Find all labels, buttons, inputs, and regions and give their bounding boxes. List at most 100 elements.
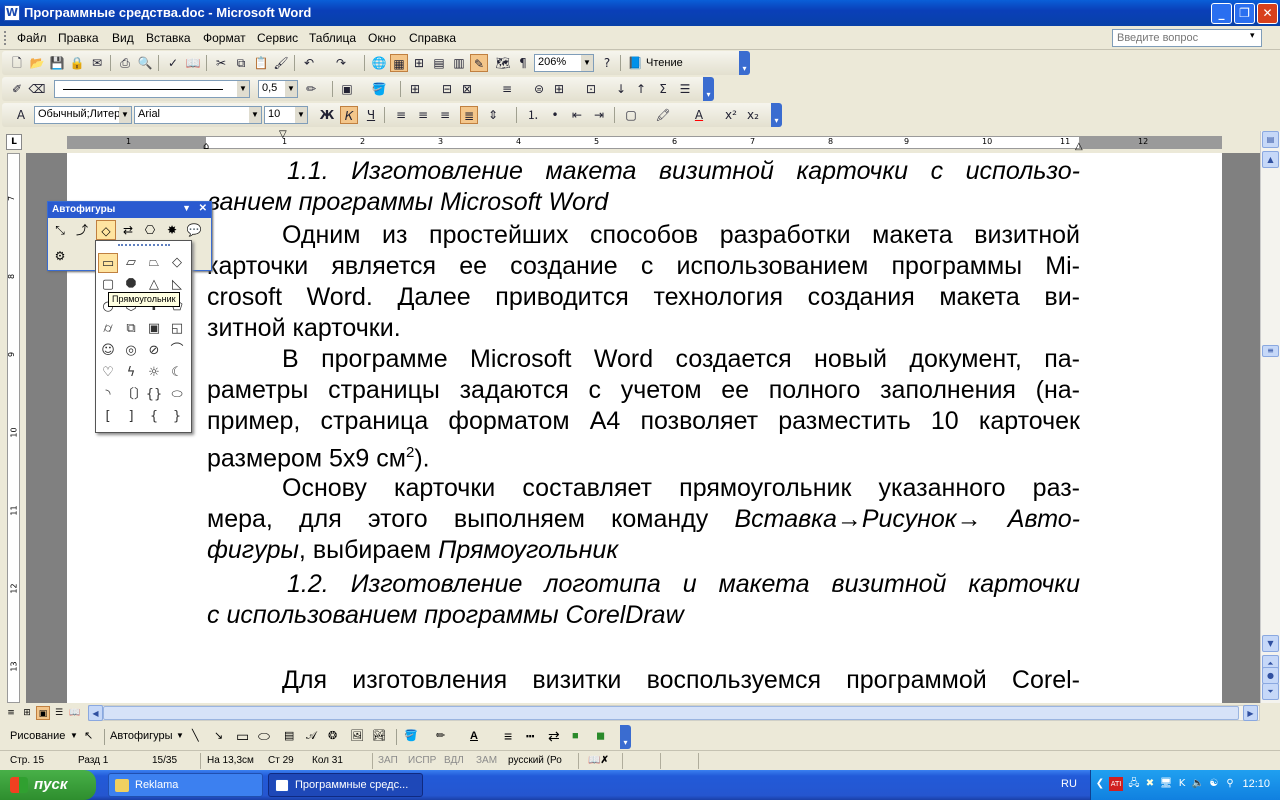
browse-object-icon[interactable]: ●	[1262, 667, 1279, 684]
autoshapes-options-icon[interactable]: ▼	[182, 203, 191, 213]
word-app-icon[interactable]: W	[4, 5, 20, 21]
kaspersky-icon[interactable]: K	[1175, 777, 1189, 791]
donut-shape-icon[interactable]: ◎	[121, 341, 141, 361]
horizontal-ruler[interactable]: L 1 1 2 3 4 5 6 7 8 9 10 11 12 ⌂ ▽ △	[0, 129, 1260, 153]
zoom-select[interactable]: 206% ▼	[534, 54, 594, 72]
lines-icon[interactable]: ⤡	[50, 220, 70, 240]
spelling-icon[interactable]: ✓	[164, 54, 182, 72]
numbering-icon[interactable]: ⒈	[524, 106, 542, 124]
folded-corner-shape-icon[interactable]: ◱	[167, 319, 187, 339]
line-tool-icon[interactable]: ╲	[192, 727, 199, 745]
highlight-icon[interactable]: 🖍	[654, 106, 672, 124]
line-weight-select[interactable]: 0,5 ▼	[258, 80, 298, 98]
sun-shape-icon[interactable]: ☼	[144, 363, 164, 383]
menu-view[interactable]: Вид	[112, 31, 134, 45]
menu-file[interactable]: Файл	[17, 31, 47, 45]
spelling-status-icon[interactable]: 📖✗	[588, 755, 609, 766]
italic-button[interactable]: К	[340, 106, 358, 124]
justify-icon[interactable]: ≣	[460, 106, 478, 124]
arrow-tool-icon[interactable]: ↘	[214, 727, 223, 745]
subscript-icon[interactable]: x₂	[744, 106, 762, 124]
undo-icon[interactable]: ↶	[300, 54, 318, 72]
monitor-icon[interactable]: 🖥	[1159, 777, 1173, 791]
print-preview-icon[interactable]: 🔍	[136, 54, 154, 72]
autoshapes-close-icon[interactable]: ✕	[199, 203, 207, 214]
horizontal-scroll-thumb[interactable]	[103, 706, 1239, 720]
scroll-down-icon[interactable]: ▼	[1262, 635, 1279, 652]
volume-icon[interactable]: 🔈	[1191, 777, 1205, 791]
autosum-icon[interactable]: Σ	[654, 80, 672, 98]
cut-icon[interactable]: ✂	[212, 54, 230, 72]
drawing-menu-button[interactable]: Рисование	[10, 727, 65, 745]
line-spacing-icon[interactable]: ⇕	[484, 106, 502, 124]
taskbar-item-word[interactable]: Программные средс...	[268, 773, 423, 797]
borders-icon[interactable]: ▣	[338, 80, 356, 98]
ruler-toggle-icon[interactable]: ▤	[1262, 131, 1279, 148]
connectors-icon[interactable]: ⤴	[72, 220, 92, 240]
open-icon[interactable]: 📂	[28, 54, 46, 72]
oval-tool-icon[interactable]: ⬭	[258, 727, 270, 745]
paste-icon[interactable]: 📋	[252, 54, 270, 72]
hide-gridlines-icon[interactable]: ☰	[676, 80, 694, 98]
font-size-select[interactable]: 10 ▼	[264, 106, 308, 124]
bevel-shape-icon[interactable]: ▣	[144, 319, 164, 339]
bullets-icon[interactable]: •	[546, 106, 564, 124]
drawing-menu-arrow-icon[interactable]: ▼	[70, 727, 78, 745]
eraser-icon[interactable]: ⌫	[28, 80, 46, 98]
research-icon[interactable]: 📖	[184, 54, 202, 72]
menu-window[interactable]: Окно	[368, 31, 396, 45]
menu-format[interactable]: Формат	[203, 31, 246, 45]
underline-button[interactable]: Ч	[362, 106, 380, 124]
trapezoid-shape-icon[interactable]: ⏢	[144, 253, 164, 273]
autoshapes-menu-button[interactable]: Автофигуры	[110, 727, 173, 745]
diamond-shape-icon[interactable]: ◇	[167, 253, 187, 273]
help-icon[interactable]: ?	[598, 54, 616, 72]
vertical-ruler[interactable]: 7 8 9 10 11 12 13	[0, 153, 26, 703]
paragraph-3[interactable]: Основу карточки составляет прямоугольник…	[207, 473, 1080, 566]
insert-excel-icon[interactable]: ▤	[430, 54, 448, 72]
document-map-icon[interactable]: 🗺	[494, 54, 512, 72]
callouts-icon[interactable]: 💬	[184, 220, 204, 240]
sort-desc-icon[interactable]: ↑	[632, 80, 650, 98]
insert-table-icon[interactable]: ⊞	[410, 54, 428, 72]
line-style-select[interactable]: ▼	[54, 80, 250, 98]
format-painter-icon[interactable]: 🖌	[272, 54, 290, 72]
first-line-indent-marker[interactable]: ▽	[279, 129, 287, 140]
block-arrows-icon[interactable]: ⇄	[118, 220, 138, 240]
tray-expand-icon[interactable]: ❮	[1093, 777, 1107, 791]
outside-border-icon[interactable]: ▢	[622, 106, 640, 124]
toolbar2-options-icon[interactable]: ▾	[703, 77, 714, 101]
font-select[interactable]: Arial ▼	[134, 106, 262, 124]
distribute-rows-icon[interactable]: ⊜	[530, 80, 548, 98]
drawing-icon[interactable]: ✎	[470, 54, 488, 72]
email-icon[interactable]: ✉	[88, 54, 106, 72]
close-button[interactable]: ✕	[1257, 3, 1278, 24]
toolbar-options-icon[interactable]: ▾	[739, 51, 750, 75]
arc-shape-icon[interactable]: ◝	[98, 385, 118, 405]
right-bracket-shape-icon[interactable]: ]	[121, 407, 141, 427]
border-color-icon[interactable]: ✏	[302, 80, 320, 98]
autoshapes-header[interactable]: Автофигуры ▼ ✕	[48, 202, 211, 218]
rectangle-shape-icon[interactable]: ▭	[98, 253, 118, 273]
ati-icon[interactable]: ATI	[1109, 777, 1123, 791]
fill-color-icon[interactable]: 🪣	[404, 727, 418, 745]
vertical-scroll-thumb[interactable]: ≡	[1262, 345, 1279, 357]
menu-help[interactable]: Справка	[409, 31, 456, 45]
stars-icon[interactable]: ✸	[162, 220, 182, 240]
taskbar-item-reklama[interactable]: Reklama	[108, 773, 263, 797]
status-ovr[interactable]: ЗАМ	[476, 755, 497, 766]
copy-icon[interactable]: ⧉	[232, 54, 250, 72]
start-button[interactable]: пуск	[0, 770, 96, 800]
left-brace-shape-icon[interactable]: {	[144, 407, 164, 427]
picture-tool-icon[interactable]: 🏞	[372, 727, 386, 745]
block-arc-shape-icon[interactable]: ⌒	[167, 341, 187, 361]
tray-app2-icon[interactable]: ⚲	[1223, 777, 1237, 791]
menu-edit[interactable]: Правка	[58, 31, 99, 45]
dash-style-icon[interactable]: ┅	[526, 727, 534, 745]
wordart-tool-icon[interactable]: 𝒜	[306, 727, 316, 745]
distribute-columns-icon[interactable]: ⊞	[550, 80, 568, 98]
status-ext[interactable]: ВДЛ	[444, 755, 464, 766]
paragraph-2[interactable]: В программе Microsoft Word создается нов…	[207, 344, 1080, 474]
insert-table2-icon[interactable]: ⊞	[406, 80, 424, 98]
3d-style-icon[interactable]: ◼	[596, 727, 605, 745]
